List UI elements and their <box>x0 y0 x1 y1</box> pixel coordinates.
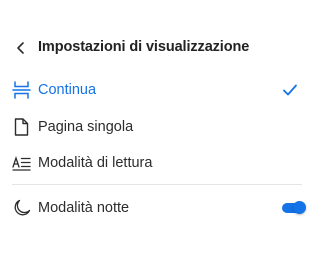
night-mode-label: Modalità notte <box>38 200 130 216</box>
checkmark-icon <box>283 84 297 96</box>
back-button[interactable] <box>11 38 31 58</box>
header: Impostazioni di visualizzazione <box>0 30 314 66</box>
page-title: Impostazioni di visualizzazione <box>38 39 250 55</box>
night-mode-toggle[interactable] <box>282 201 306 215</box>
night-mode-row[interactable]: Modalità notte <box>0 190 314 226</box>
reading-mode-icon <box>12 155 31 171</box>
view-mode-single-page[interactable]: Pagina singola <box>0 109 314 145</box>
view-mode-label: Continua <box>38 82 97 98</box>
toggle-thumb <box>293 201 306 214</box>
view-mode-reading[interactable]: Modalità di lettura <box>0 145 314 181</box>
continuous-scroll-icon <box>12 81 31 99</box>
chevron-left-icon <box>17 42 24 54</box>
view-mode-label: Pagina singola <box>38 119 134 135</box>
single-page-icon <box>14 118 29 136</box>
moon-icon <box>14 199 31 216</box>
display-settings-panel: Impostazioni di visualizzazione Continua… <box>0 0 314 270</box>
divider <box>12 184 302 185</box>
view-mode-continuous[interactable]: Continua <box>0 72 314 108</box>
view-mode-label: Modalità di lettura <box>38 155 153 171</box>
